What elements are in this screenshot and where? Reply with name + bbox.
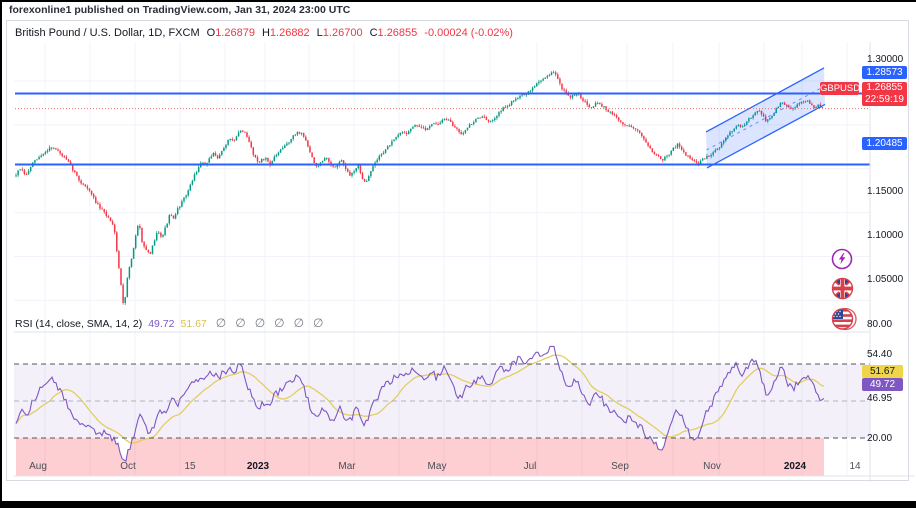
rsi-title: RSI (14, close, SMA, 14, 2) [15,318,143,330]
time-axis-label[interactable]: Mar [327,461,367,472]
time-axis-label[interactable]: Aug [18,461,58,472]
rsi-axis-label: 80.00 [867,318,893,330]
bottom-border [0,501,916,508]
rsi-ma-badge: 51.67 [862,364,903,378]
rsi-empty-plot-slots: ∅ ∅ ∅ ∅ ∅ ∅ [207,316,324,330]
rsi-axis-label: 20.00 [867,432,893,444]
rsi-value: 49.72 [148,318,175,330]
ohlc-open-value: 1.26879 [215,27,255,39]
empty-set-icon: ∅ [215,316,227,330]
empty-set-icon: ∅ [254,316,266,330]
tradingview-published-chart: forexonline1 published on TradingView.co… [0,0,916,508]
empty-set-icon: ∅ [274,316,285,330]
left-border [0,0,2,508]
lightning-event-icon[interactable] [831,248,853,270]
time-axis-label[interactable]: 2023 [238,461,278,472]
rsi-value-badge: 49.72 [862,377,903,391]
ohlc-low-value: 1.26700 [322,27,363,39]
rsi-legend: RSI (14, close, SMA, 14, 2) 49.72 51.67 ∅ ∅ ∅… [15,316,324,330]
time-axis-label[interactable]: Sep [600,461,640,472]
time-axis-label[interactable]: Jul [510,461,550,472]
last-price-badge: 1.26855 22:59:19 [862,82,907,106]
bar-countdown: 22:59:19 [865,94,904,105]
footer-bar: 17 TradingView [0,482,916,501]
last-price-value: 1.26855 [866,82,903,93]
rsi-ma-value: 51.67 [180,318,207,330]
ohlc-open-key: O [206,27,216,39]
uk-flag-event-icon[interactable] [831,277,854,300]
time-axis-label[interactable]: Oct [108,461,148,472]
level-price-badge: 1.28573 [862,66,907,79]
ohlc-close-key: C [369,27,378,39]
ohlc-high-key: H [261,27,270,39]
ohlc-close-value: 1.26855 [377,27,418,39]
symbol-badge: GBPUSD [820,82,861,95]
top-border [0,0,916,2]
ohlc-high-value: 1.26882 [269,27,310,39]
event-icon-stack [831,248,859,338]
empty-set-icon: ∅ [293,316,305,330]
time-axis-label[interactable]: May [417,461,457,472]
price-axis-label: 1.10000 [867,230,904,242]
symbol-legend: British Pound / U.S. Dollar, 1D, FXCM O1.… [15,27,513,39]
time-axis-label[interactable]: 14 [835,461,875,472]
rsi-axis-label: 54.40 [867,348,893,360]
symbol-title: British Pound / U.S. Dollar, 1D, FXCM [15,27,200,39]
time-axis-label[interactable]: Nov [692,461,732,472]
price-axis-label: 1.05000 [867,273,904,285]
chart-canvas[interactable] [14,42,915,501]
attribution-text: forexonline1 published on TradingView.co… [9,4,351,16]
empty-set-icon: ∅ [313,316,324,330]
us-flag-event-icon[interactable] [831,307,857,331]
price-axis-label: 1.30000 [867,54,904,66]
empty-set-icon: ∅ [235,316,246,330]
time-axis-label[interactable]: 2024 [775,461,815,472]
rsi-axis-label: 46.95 [867,392,893,404]
price-axis-label: 1.15000 [867,186,904,198]
time-axis-label[interactable]: 15 [170,461,210,472]
chart-frame [6,20,915,501]
level-price-badge: 1.20485 [862,137,907,150]
change-value: -0.00024 (-0.02%) [424,27,513,39]
